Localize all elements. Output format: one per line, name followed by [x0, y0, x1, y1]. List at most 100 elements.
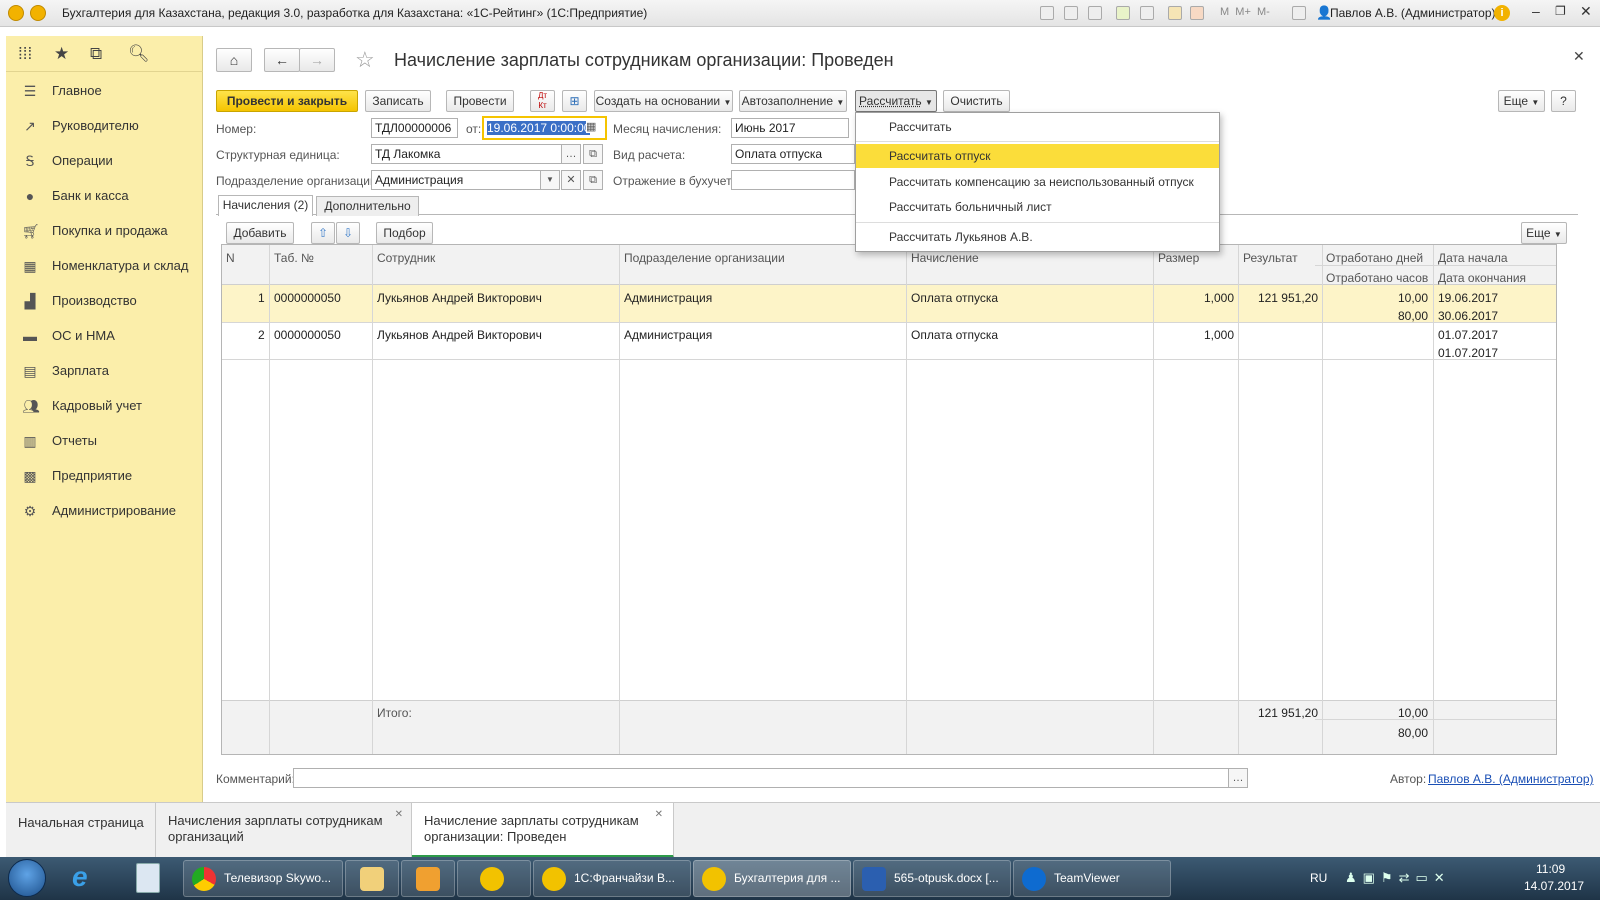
reflection-field[interactable]	[731, 170, 855, 190]
dept-field[interactable]: Администрация	[371, 170, 541, 190]
sidebar-item-purchase-sale[interactable]: 🛒︎ Покупка и продажа	[6, 213, 203, 248]
calculate-button[interactable]: Рассчитать ▼	[855, 90, 937, 112]
sidebar-item-production[interactable]: ▟ Производство	[6, 283, 203, 318]
home-button[interactable]: ⌂	[216, 48, 252, 72]
window-tab-home[interactable]: Начальная страница	[6, 803, 156, 858]
move-down-button[interactable]: ⇩	[336, 222, 360, 244]
add-row-button[interactable]: Добавить	[226, 222, 294, 244]
forward-button[interactable]: →	[299, 48, 335, 72]
month-field[interactable]: Июнь 2017	[731, 118, 849, 138]
tab-accruals[interactable]: Начисления (2)	[218, 195, 313, 216]
col-header-hours[interactable]: Отработано часов	[1326, 271, 1428, 285]
ie-icon[interactable]: e	[72, 861, 88, 893]
calc-type-field[interactable]: Оплата отпуска	[731, 144, 855, 164]
dept-clear-button[interactable]: ✕	[561, 170, 581, 190]
taskbar-window-word[interactable]: 565-otpusk.docx [...	[853, 860, 1011, 897]
bookmark-icon[interactable]	[1140, 6, 1154, 20]
menu-item-calculate-employee[interactable]: Рассчитать Лукьянов А.В.	[856, 225, 1219, 249]
calculator-taskbar-icon[interactable]	[136, 863, 160, 893]
taskbar-window-accounting[interactable]: Бухгалтерия для ...	[693, 860, 851, 897]
print-icon[interactable]	[1064, 6, 1078, 20]
sidebar-item-salary[interactable]: ▤ Зарплата	[6, 353, 203, 388]
close-tab-icon[interactable]: ✕	[655, 807, 663, 823]
start-button[interactable]	[8, 859, 46, 897]
clear-button[interactable]: Очистить	[943, 90, 1010, 112]
star-icon[interactable]: ★	[54, 44, 69, 64]
col-header-end[interactable]: Дата окончания	[1438, 271, 1526, 285]
close-form-icon[interactable]: ✕	[1573, 48, 1585, 65]
save-button[interactable]: Записать	[365, 90, 431, 112]
sidebar-item-main[interactable]: ☰ Главное	[6, 73, 203, 108]
app-menu-icon[interactable]	[30, 5, 46, 21]
col-header-employee[interactable]: Сотрудник	[377, 251, 435, 265]
post-and-close-button[interactable]: Провести и закрыть	[216, 90, 358, 112]
more-button[interactable]: Еще ▼	[1498, 90, 1545, 112]
sidebar-item-enterprise[interactable]: ▩ Предприятие	[6, 458, 203, 493]
menu-item-calculate[interactable]: Рассчитать	[856, 115, 1219, 139]
favorites-icon[interactable]	[1116, 6, 1130, 20]
minimize-icon[interactable]: –	[1532, 3, 1540, 19]
close-tab-icon[interactable]: ✕	[395, 807, 403, 823]
table-more-button[interactable]: Еще ▼	[1521, 222, 1567, 244]
accruals-table[interactable]: N Таб. № Сотрудник Подразделение организ…	[221, 244, 1557, 755]
favorite-star-icon[interactable]: ☆	[355, 47, 375, 73]
col-header-result[interactable]: Результат	[1243, 251, 1298, 265]
col-header-n[interactable]: N	[226, 251, 235, 265]
sidebar-item-assets[interactable]: ▬ ОС и НМА	[6, 318, 203, 353]
unit-field[interactable]: ТД Лакомка	[371, 144, 562, 164]
col-header-start[interactable]: Дата начала	[1438, 251, 1508, 265]
comment-field[interactable]	[293, 768, 1229, 788]
col-header-size[interactable]: Размер	[1158, 251, 1199, 265]
move-up-button[interactable]: ⇧	[311, 222, 335, 244]
taskbar-window-browser[interactable]: Телевизор Skywo...	[183, 860, 343, 897]
sidebar-item-bank[interactable]: ● Банк и касса	[6, 178, 203, 213]
close-window-icon[interactable]: ✕	[1580, 3, 1592, 20]
sidebar-item-hr[interactable]: 👥︎ Кадровый учет	[6, 388, 203, 423]
comment-select-button[interactable]: …	[1228, 768, 1248, 788]
post-button[interactable]: Провести	[446, 90, 514, 112]
menu-item-calculate-vacation[interactable]: Рассчитать отпуск	[856, 144, 1219, 168]
sidebar-item-manager[interactable]: ↗ Руководителю	[6, 108, 203, 143]
apps-grid-icon[interactable]: ⁞⁞⁞	[18, 44, 32, 64]
unit-select-button[interactable]: …	[561, 144, 581, 164]
menu-item-calculate-compensation[interactable]: Рассчитать компенсацию за неиспользованн…	[856, 170, 1219, 194]
toolbar-icon-1[interactable]	[1040, 6, 1054, 20]
restore-icon[interactable]: ❐	[1555, 4, 1566, 18]
dt-kt-button[interactable]: Дт Кт	[530, 90, 555, 112]
window-tab-accruals-list[interactable]: Начисления зарплаты сотрудникам организа…	[156, 803, 412, 858]
autofill-button[interactable]: Автозаполнение ▼	[739, 90, 847, 112]
taskbar-window-outlook[interactable]	[401, 860, 455, 897]
col-header-tab[interactable]: Таб. №	[274, 251, 314, 265]
back-button[interactable]: ←	[264, 48, 300, 72]
sidebar-item-operations[interactable]: Ꭶ Операции	[6, 143, 203, 178]
pick-button[interactable]: Подбор	[376, 222, 433, 244]
window-tab-accrual-doc[interactable]: Начисление зарплаты сотрудникам организа…	[412, 803, 674, 858]
tab-additional[interactable]: Дополнительно	[316, 196, 419, 216]
search-icon[interactable]: 🔍︎	[128, 44, 150, 64]
help-button[interactable]: ?	[1551, 90, 1576, 112]
taskbar-window-1c-franchise[interactable]: 1С:Франчайзи В...	[533, 860, 691, 897]
col-header-accrual[interactable]: Начисление	[911, 251, 979, 265]
sidebar-item-reports[interactable]: ▥ Отчеты	[6, 423, 203, 458]
calendar-icon[interactable]	[1190, 6, 1204, 20]
info-icon[interactable]: i	[1494, 5, 1510, 21]
col-header-days[interactable]: Отработано дней	[1326, 251, 1423, 265]
memory-icons[interactable]: M M+ M-	[1220, 6, 1270, 18]
dept-open-button[interactable]: ⧉	[583, 170, 603, 190]
history-icon[interactable]: ⧉	[90, 44, 102, 64]
app-logo-icon[interactable]	[8, 5, 24, 21]
sidebar-item-admin[interactable]: ⚙ Администрирование	[6, 493, 203, 528]
dept-dropdown-button[interactable]: ▼	[540, 170, 560, 190]
col-header-dept[interactable]: Подразделение организации	[624, 251, 785, 265]
structure-button[interactable]: ⊞	[562, 90, 587, 112]
panel-toggle-icon[interactable]	[1292, 6, 1306, 20]
calculator-icon[interactable]	[1168, 6, 1182, 20]
preview-icon[interactable]	[1088, 6, 1102, 20]
taskbar-window-explorer[interactable]	[345, 860, 399, 897]
create-based-on-button[interactable]: Создать на основании ▼	[594, 90, 733, 112]
current-user[interactable]: Павлов А.В. (Администратор)	[1330, 6, 1496, 20]
calendar-picker-icon[interactable]: ▦	[586, 120, 597, 133]
language-indicator[interactable]: RU	[1310, 871, 1327, 885]
unit-open-button[interactable]: ⧉	[583, 144, 603, 164]
number-field[interactable]: ТДЛ00000006	[371, 118, 458, 138]
